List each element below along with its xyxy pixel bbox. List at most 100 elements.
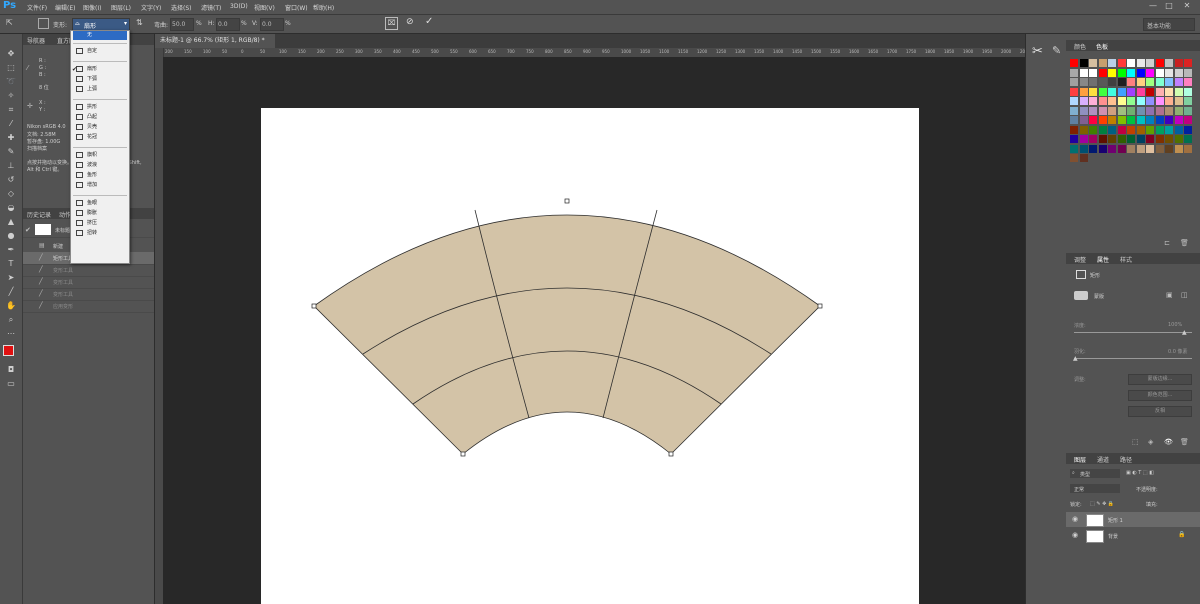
color-swatch[interactable] xyxy=(1136,116,1145,124)
color-swatch[interactable] xyxy=(1174,78,1183,86)
more-tools-icon[interactable]: ⋯ xyxy=(4,328,18,340)
menu-item[interactable]: 文件(F) xyxy=(27,3,47,12)
color-swatch[interactable] xyxy=(1079,125,1088,134)
warp-option[interactable]: 拱形 xyxy=(73,103,127,112)
color-swatch[interactable] xyxy=(1117,144,1126,153)
color-swatch[interactable] xyxy=(1127,144,1135,153)
mask-edge-button[interactable]: 蒙版边缘... xyxy=(1128,374,1192,385)
color-swatch[interactable] xyxy=(1136,68,1145,77)
color-swatch[interactable] xyxy=(1127,135,1135,143)
color-swatch[interactable] xyxy=(1089,97,1097,105)
color-swatch[interactable] xyxy=(1079,116,1088,124)
warp-handle-top[interactable] xyxy=(564,198,570,204)
warp-option[interactable]: 下弧 xyxy=(73,75,127,84)
color-swatch[interactable] xyxy=(1070,78,1078,86)
color-swatch[interactable] xyxy=(1117,135,1126,143)
color-swatch[interactable] xyxy=(1089,78,1097,86)
color-swatch[interactable] xyxy=(1089,125,1097,134)
color-swatch[interactable] xyxy=(1155,78,1164,86)
color-swatch[interactable] xyxy=(1079,68,1088,77)
color-swatch[interactable] xyxy=(1127,125,1135,134)
color-swatch[interactable] xyxy=(1155,125,1164,134)
color-swatch[interactable] xyxy=(1070,87,1078,96)
tab-navigator[interactable]: 导航器 xyxy=(27,36,45,45)
eraser-tool-icon[interactable]: ◇ xyxy=(4,188,18,200)
color-swatch[interactable] xyxy=(1127,106,1135,115)
tab-styles[interactable]: 样式 xyxy=(1120,255,1132,264)
color-swatch[interactable] xyxy=(1184,144,1192,153)
color-swatch[interactable] xyxy=(1155,135,1164,143)
color-swatch[interactable] xyxy=(1127,97,1135,105)
magic-wand-icon[interactable]: ✧ xyxy=(4,90,18,102)
color-swatch[interactable] xyxy=(1117,106,1126,115)
color-swatch[interactable] xyxy=(1174,106,1183,115)
color-swatch[interactable] xyxy=(1108,144,1116,153)
add-vector-mask-icon[interactable]: ◫ xyxy=(1181,291,1188,299)
color-swatch[interactable] xyxy=(1098,68,1107,77)
color-swatch[interactable] xyxy=(1174,116,1183,124)
color-swatch[interactable] xyxy=(1108,97,1116,105)
color-swatch[interactable] xyxy=(1108,59,1116,67)
warp-mode-icon[interactable]: ⌧ xyxy=(385,17,398,30)
color-swatch[interactable] xyxy=(1174,87,1183,96)
color-swatch[interactable] xyxy=(1146,87,1154,96)
warped-fan-shape[interactable] xyxy=(261,108,919,604)
color-swatch[interactable] xyxy=(1146,78,1154,86)
color-swatch[interactable] xyxy=(1155,59,1164,67)
eye-icon[interactable]: ◉ xyxy=(1072,515,1078,523)
warp-option[interactable]: 增加 xyxy=(73,181,127,190)
color-swatch[interactable] xyxy=(1136,87,1145,96)
color-swatch[interactable] xyxy=(1136,59,1145,67)
color-swatch[interactable] xyxy=(1165,135,1173,143)
color-swatch[interactable] xyxy=(1136,125,1145,134)
path-selection-icon[interactable]: ➤ xyxy=(4,272,18,284)
color-swatch[interactable] xyxy=(1127,87,1135,96)
color-swatch[interactable] xyxy=(1146,59,1154,67)
color-swatch[interactable] xyxy=(1165,78,1173,86)
color-swatch[interactable] xyxy=(1184,106,1192,115)
reference-point-icon[interactable] xyxy=(38,18,49,29)
color-swatch[interactable] xyxy=(1108,87,1116,96)
color-swatch[interactable] xyxy=(1146,125,1154,134)
menu-item[interactable]: 编辑(E) xyxy=(55,3,75,12)
color-swatch[interactable] xyxy=(1079,154,1088,162)
tab-adjustments[interactable]: 调整 xyxy=(1074,255,1086,264)
warp-handle-bottom-right[interactable] xyxy=(668,451,674,457)
menu-item[interactable]: 3D(D) xyxy=(230,3,248,10)
color-swatch[interactable] xyxy=(1146,116,1154,124)
warp-option[interactable]: 凸起 xyxy=(73,113,127,122)
paint-bucket-icon[interactable]: ◒ xyxy=(4,202,18,214)
warp-option[interactable]: 挤压 xyxy=(73,219,127,228)
color-swatch[interactable] xyxy=(1136,144,1145,153)
maximize-button[interactable]: □ xyxy=(1163,1,1175,12)
quick-mask-icon[interactable]: ◘ xyxy=(4,364,18,376)
layer-row[interactable]: ◉ 背景 🔒 xyxy=(1066,528,1200,543)
menu-item[interactable]: 图层(L) xyxy=(111,3,131,12)
color-swatch[interactable] xyxy=(1136,106,1145,115)
color-swatch[interactable] xyxy=(1079,135,1088,143)
menu-item[interactable]: 图像(I) xyxy=(83,3,101,12)
warp-handle-right[interactable] xyxy=(817,303,823,309)
color-swatch[interactable] xyxy=(1165,68,1173,77)
warp-option[interactable]: 波浪 xyxy=(73,161,127,170)
color-swatch[interactable] xyxy=(1184,135,1192,143)
canvas-area[interactable] xyxy=(163,57,1025,604)
close-window-button[interactable]: ✕ xyxy=(1181,1,1193,12)
color-swatch[interactable] xyxy=(1174,59,1183,67)
color-swatch[interactable] xyxy=(1070,116,1078,124)
color-swatch[interactable] xyxy=(1098,59,1107,67)
color-swatch[interactable] xyxy=(1098,97,1107,105)
color-swatch[interactable] xyxy=(1098,135,1107,143)
tab-paths[interactable]: 路径 xyxy=(1120,455,1132,464)
color-swatch[interactable] xyxy=(1146,135,1154,143)
color-swatch[interactable] xyxy=(1136,135,1145,143)
color-swatch[interactable] xyxy=(1174,135,1183,143)
color-swatch[interactable] xyxy=(1070,97,1078,105)
lasso-tool-icon[interactable]: ➰ xyxy=(4,76,18,88)
layer-filter-select[interactable]: ⌕ 类型 xyxy=(1070,469,1120,478)
color-swatch[interactable] xyxy=(1174,125,1183,134)
apply-mask-icon[interactable]: ◈ xyxy=(1148,438,1153,446)
tab-channels[interactable]: 通道 xyxy=(1097,455,1109,464)
color-swatch[interactable] xyxy=(1165,106,1173,115)
color-swatch[interactable] xyxy=(1079,144,1088,153)
